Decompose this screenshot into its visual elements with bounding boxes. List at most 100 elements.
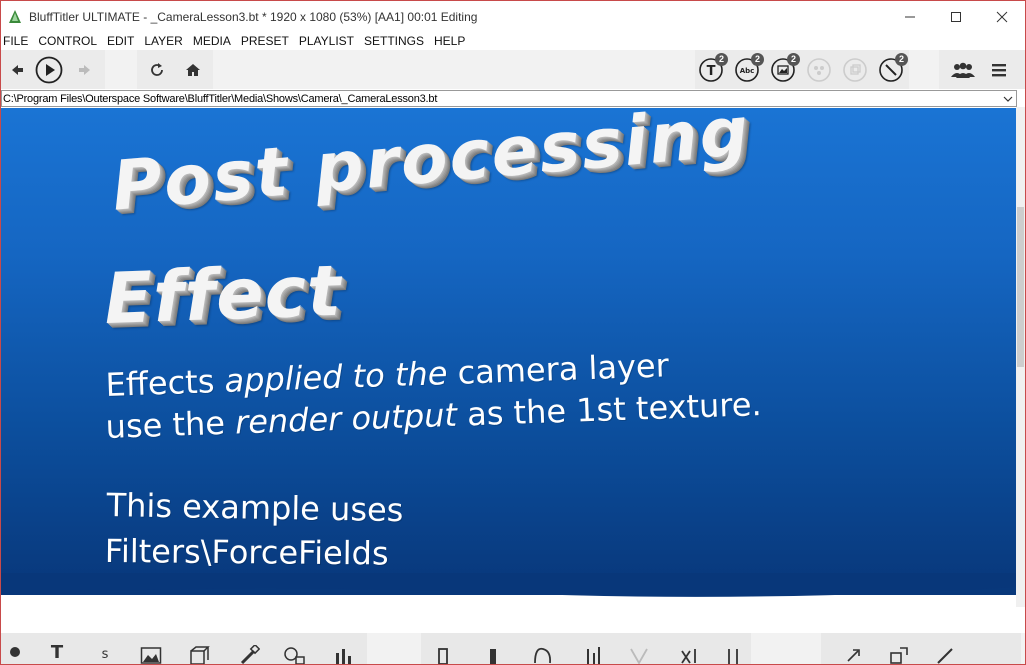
- forward-button[interactable]: [71, 56, 99, 84]
- menu-media[interactable]: MEDIA: [188, 34, 236, 48]
- menu-preset[interactable]: PRESET: [236, 34, 294, 48]
- expand-button[interactable]: [841, 645, 865, 664]
- minimize-icon: [905, 16, 915, 17]
- fullscreen-button[interactable]: [887, 645, 911, 664]
- menu-help[interactable]: HELP: [429, 34, 470, 48]
- bracket-icon: [728, 649, 738, 664]
- close-icon: [996, 11, 1008, 22]
- cross-icon: [681, 649, 696, 664]
- preview-heading-1: Post processing: [109, 108, 754, 227]
- text-layer-badge: 2: [715, 53, 728, 66]
- shapes-icon: [284, 647, 305, 664]
- home-icon: [186, 64, 200, 76]
- equalizer-icon: [587, 647, 600, 664]
- svg-text:Abc: Abc: [740, 67, 755, 75]
- hamburger-icon: [992, 64, 1006, 77]
- pin-button[interactable]: [3, 645, 27, 664]
- effect-6-button[interactable]: [677, 645, 701, 664]
- effect-3-button[interactable]: [531, 645, 555, 664]
- tool-button[interactable]: 2: [877, 53, 908, 84]
- scrollbar-thumb[interactable]: [1017, 207, 1024, 367]
- preview-line-3: This example uses: [106, 486, 404, 530]
- pen-button[interactable]: [933, 645, 957, 664]
- fold-icon: [630, 648, 648, 664]
- home-button[interactable]: [179, 56, 207, 84]
- menu-control[interactable]: CONTROL: [33, 34, 102, 48]
- minimize-button[interactable]: [887, 1, 933, 32]
- close-button[interactable]: [979, 1, 1025, 32]
- tool-badge: 2: [895, 53, 908, 66]
- window-title: BluffTitler ULTIMATE - _CameraLesson3.bt…: [29, 9, 478, 24]
- refresh-button[interactable]: [143, 56, 171, 84]
- file-path-text: C:\Program Files\Outerspace Software\Blu…: [3, 92, 438, 105]
- file-path-combobox[interactable]: C:\Program Files\Outerspace Software\Blu…: [1, 90, 1017, 107]
- text-tool-icon: T: [50, 642, 64, 663]
- users-icon: [951, 62, 975, 78]
- preview-heading-2: Effect: [103, 249, 343, 340]
- app-logo-icon: [7, 9, 23, 25]
- curve-icon: [534, 647, 552, 664]
- small-text-button[interactable]: s: [93, 645, 117, 664]
- text-layer-button[interactable]: T 2: [697, 53, 728, 84]
- chart-tool-button[interactable]: [331, 645, 355, 664]
- play-button[interactable]: [35, 56, 63, 84]
- play-icon: [35, 56, 63, 84]
- back-button[interactable]: [3, 56, 31, 84]
- bar-icon: [438, 648, 448, 664]
- main-toolbar: T 2 Abc 2 2 2: [1, 50, 1025, 89]
- bottom-layer-group: T s: [1, 633, 367, 664]
- chevron-down-icon[interactable]: [1000, 91, 1016, 106]
- brush-tool-button[interactable]: [237, 645, 261, 664]
- abc-layer-button[interactable]: Abc 2: [733, 53, 764, 84]
- effect-7-button[interactable]: [721, 645, 745, 664]
- picture-layer-badge: 2: [787, 53, 800, 66]
- brush-icon: [240, 645, 260, 664]
- render-preview[interactable]: Post processing Effect Effects applied t…: [1, 108, 1017, 595]
- preview-wave-edge: [1, 573, 1017, 597]
- app-window: BluffTitler ULTIMATE - _CameraLesson3.bt…: [0, 0, 1026, 665]
- shapes-tool-button[interactable]: [283, 645, 307, 664]
- right-tools-group: [939, 50, 1025, 89]
- fullscreen-icon: [890, 647, 908, 664]
- hamburger-menu-button[interactable]: [985, 56, 1013, 84]
- column-icon: [490, 649, 496, 664]
- menu-settings[interactable]: SETTINGS: [359, 34, 429, 48]
- playback-group: [1, 50, 105, 89]
- box-icon: [190, 646, 210, 664]
- svg-text:T: T: [707, 64, 716, 79]
- image-tool-button[interactable]: [139, 645, 163, 664]
- abc-layer-badge: 2: [751, 53, 764, 66]
- effect-4-button[interactable]: [581, 645, 605, 664]
- bottom-effects-group: [421, 633, 751, 664]
- menu-bar: FILE CONTROL EDIT LAYER MEDIA PRESET PLA…: [1, 32, 1025, 50]
- expand-icon: [847, 649, 860, 662]
- menu-layer[interactable]: LAYER: [139, 34, 187, 48]
- cube-icon: [843, 58, 867, 82]
- effect-1-button[interactable]: [431, 645, 455, 664]
- bottom-view-group: [821, 633, 1021, 664]
- refresh-icon: [151, 63, 163, 76]
- small-text-icon: s: [101, 647, 109, 662]
- shape-button[interactable]: [841, 56, 869, 84]
- effect-2-button[interactable]: [481, 645, 505, 664]
- effect-5-button[interactable]: [627, 645, 651, 664]
- text-tool-button[interactable]: T: [45, 642, 69, 664]
- vertical-scrollbar[interactable]: [1016, 107, 1025, 607]
- nav-group: [137, 50, 213, 89]
- particles-button[interactable]: [805, 56, 833, 84]
- preview-line-4: Filters\ForceFields: [104, 532, 389, 573]
- arrow-left-icon: [12, 65, 23, 75]
- menu-edit[interactable]: EDIT: [102, 34, 139, 48]
- image-icon: [140, 647, 162, 664]
- picture-layer-button[interactable]: 2: [769, 53, 800, 84]
- layer-tools-group: T 2 Abc 2 2 2: [695, 50, 909, 89]
- menu-playlist[interactable]: PLAYLIST: [294, 34, 359, 48]
- particles-icon: [807, 58, 831, 82]
- maximize-icon: [951, 11, 961, 22]
- maximize-button[interactable]: [933, 1, 979, 32]
- cube-tool-button[interactable]: [187, 645, 211, 664]
- bottom-toolbar: T s: [1, 633, 1025, 664]
- menu-file[interactable]: FILE: [1, 34, 33, 48]
- users-button[interactable]: [949, 56, 977, 84]
- title-bar[interactable]: BluffTitler ULTIMATE - _CameraLesson3.bt…: [1, 1, 1025, 32]
